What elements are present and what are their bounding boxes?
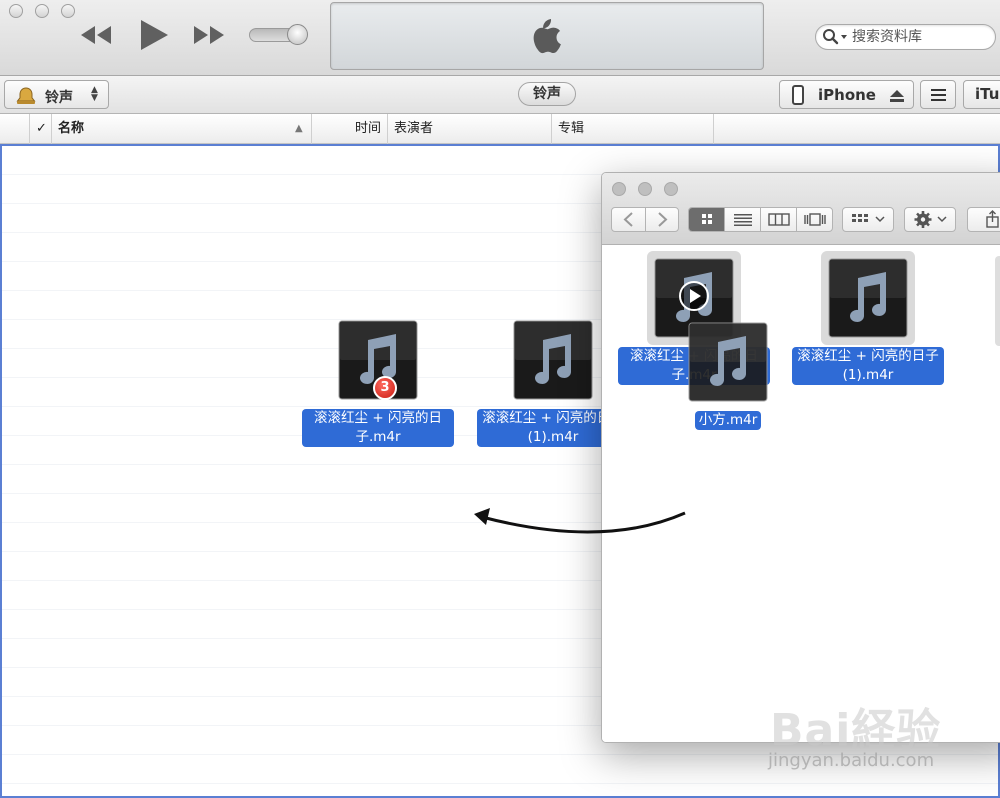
music-file-icon [513, 320, 593, 400]
drag-item-1-label: 滚滚红尘 + 闪亮的日子.m4r [302, 409, 454, 447]
column-album[interactable]: 专辑 [552, 114, 714, 144]
search-input[interactable] [852, 28, 990, 46]
cover-flow-icon [804, 213, 826, 226]
action-button[interactable] [904, 207, 956, 232]
forward-button[interactable] [646, 208, 680, 235]
rewind-button[interactable] [78, 24, 114, 50]
finder-file-2[interactable]: 滚滚红尘 + 闪亮的日子(1).m4r [788, 258, 948, 385]
music-file-icon [688, 322, 768, 402]
back-button[interactable] [612, 208, 646, 231]
icon-view-button[interactable] [689, 208, 725, 231]
column-name[interactable]: 名称 ▲ [52, 114, 312, 144]
watermark-logo: Bai経验 [770, 705, 942, 756]
search-icon [823, 29, 847, 45]
finder-minimize-button[interactable] [638, 182, 652, 196]
library-search[interactable] [815, 24, 996, 50]
zoom-window-button[interactable] [61, 4, 75, 18]
drag-direction-arrow-icon [474, 508, 686, 534]
column-blank [0, 114, 30, 144]
hamburger-icon [931, 89, 946, 101]
watermark-url: jingyan.baidu.com [768, 750, 935, 771]
current-view-pill[interactable]: 铃声 [518, 82, 576, 106]
finder-window: 滚滚红尘 + 闪亮的日子.m4r 小方.m4r 滚滚红尘 + 闪亮的日子(1).… [601, 172, 1000, 743]
play-button[interactable] [138, 18, 170, 56]
list-icon [734, 214, 752, 226]
view-mode-buttons[interactable] [688, 207, 833, 232]
close-window-button[interactable] [9, 4, 23, 18]
cover-flow-button[interactable] [797, 208, 833, 235]
now-playing-display [330, 2, 764, 70]
eject-icon[interactable] [889, 89, 905, 103]
media-type-select[interactable]: 铃声 ▲ ▼ [4, 80, 109, 109]
itunes-store-button[interactable]: iTunes Store [963, 80, 1000, 109]
column-view-button[interactable] [761, 208, 797, 231]
grid-icon [702, 214, 712, 224]
column-check[interactable]: ✓ [30, 114, 52, 144]
itunes-toolbar [0, 0, 1000, 76]
minimize-window-button[interactable] [35, 4, 49, 18]
gear-icon [914, 211, 947, 228]
arrange-button[interactable] [842, 207, 894, 232]
finder-toolbar [602, 173, 1000, 245]
columns-icon [768, 213, 790, 226]
drag-count-badge: 3 [373, 376, 397, 400]
chevron-right-icon [658, 212, 668, 227]
device-name: iPhone [818, 86, 876, 104]
fast-forward-button[interactable] [191, 24, 227, 50]
drag-item-1[interactable]: 3 滚滚红尘 + 闪亮的日子.m4r [298, 320, 458, 447]
column-artist[interactable]: 表演者 [388, 114, 552, 144]
baidu-watermark: Bai経验 jingyan.baidu.com [760, 686, 1000, 796]
share-button[interactable] [967, 207, 1000, 232]
device-button[interactable]: iPhone [779, 80, 914, 109]
iphone-icon [792, 85, 804, 105]
finder-file-3[interactable]: 小方.m4r [648, 322, 808, 430]
media-type-label: 铃声 [45, 90, 73, 106]
volume-knob[interactable] [287, 24, 308, 45]
bell-icon [16, 87, 36, 104]
finder-file-area[interactable]: 滚滚红尘 + 闪亮的日子.m4r 小方.m4r 滚滚红尘 + 闪亮的日子(1).… [602, 246, 1000, 742]
rewind-icon [81, 26, 111, 44]
column-name-label: 名称 [58, 121, 85, 136]
fast-forward-icon [194, 26, 224, 44]
finder-close-button[interactable] [612, 182, 626, 196]
column-time[interactable]: 时间 [312, 114, 388, 144]
sort-ascending-icon: ▲ [295, 123, 303, 134]
apple-logo-icon [533, 19, 561, 54]
play-icon [141, 20, 168, 50]
arrange-icon [852, 214, 885, 223]
updown-chevron-icon: ▲ ▼ [91, 85, 98, 103]
share-icon [986, 210, 999, 228]
finder-zoom-button[interactable] [664, 182, 678, 196]
navigation-bar: 铃声 ▲▼ 铃声 iPhone iTunes Store [0, 76, 1000, 114]
finder-file-2-label: 滚滚红尘 + 闪亮的日子(1).m4r [792, 347, 944, 385]
column-header-row: ✓ 名称 ▲ 时间 表演者 专辑 [0, 114, 1000, 144]
partial-file-selection [995, 256, 1000, 346]
finder-file-3-label: 小方.m4r [694, 411, 762, 430]
chevron-left-icon [623, 212, 633, 227]
music-file-icon [828, 258, 908, 338]
back-forward-buttons[interactable] [611, 207, 679, 232]
list-view-button[interactable] [725, 208, 761, 231]
list-menu-button[interactable] [920, 80, 956, 109]
